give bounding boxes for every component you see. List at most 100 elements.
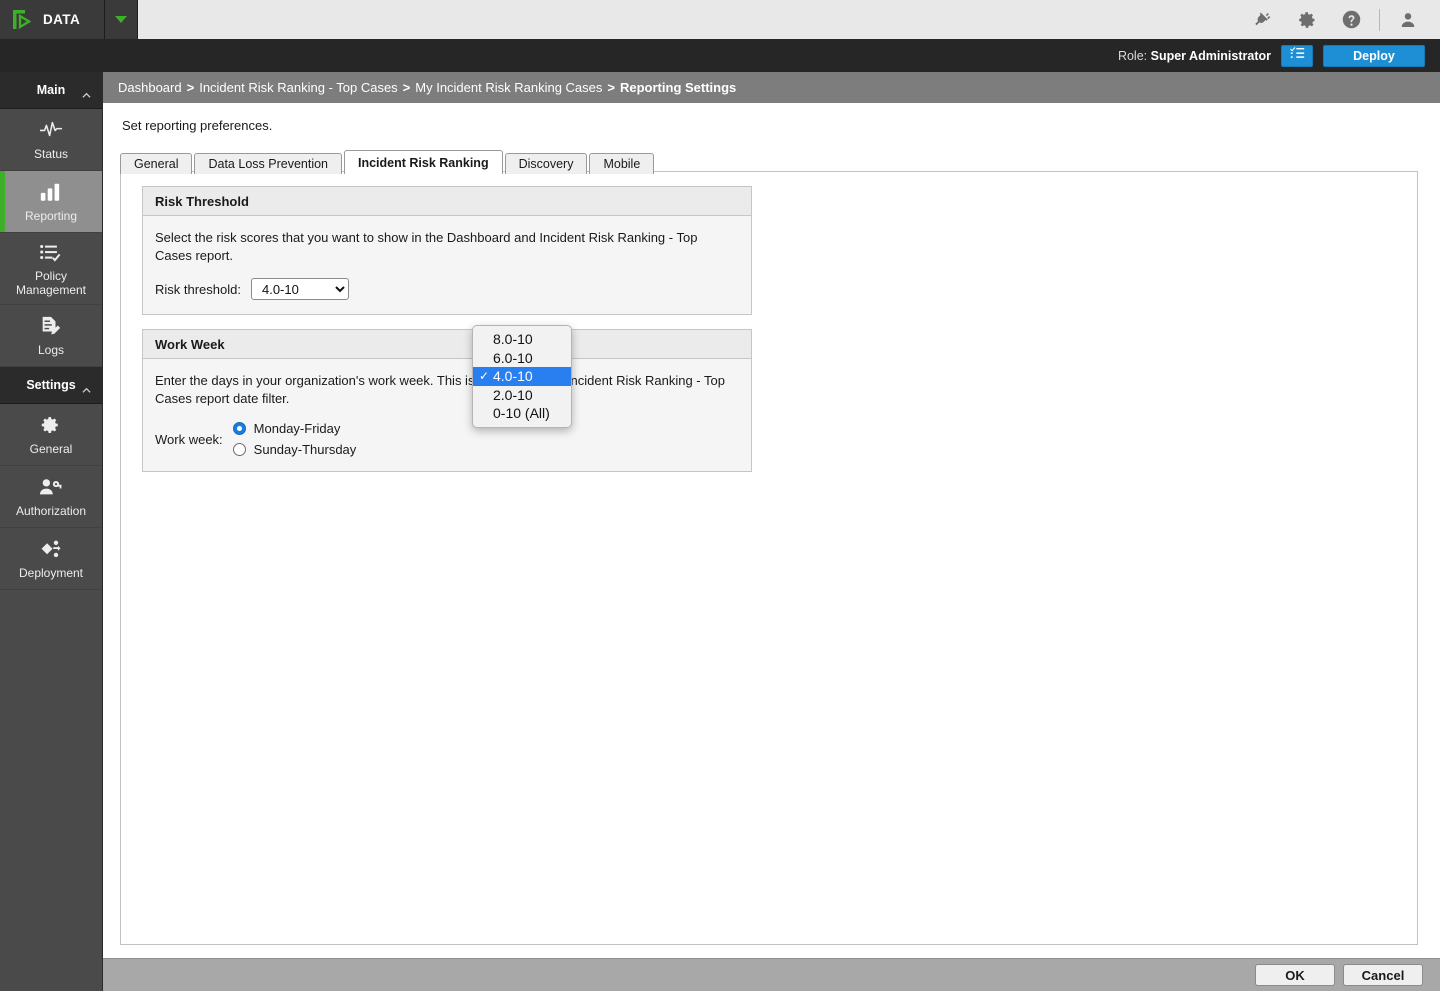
triangle-down-icon: [115, 16, 127, 23]
document-edit-icon: [38, 315, 64, 339]
breadcrumb-separator: >: [186, 80, 195, 95]
radio-selected-icon[interactable]: [232, 422, 246, 435]
chevron-up-icon: [82, 382, 91, 393]
footer-bar: OK Cancel: [103, 958, 1440, 991]
role-list-button[interactable]: [1281, 44, 1313, 67]
brand-dropdown-button[interactable]: [105, 0, 138, 39]
help-icon[interactable]: [1329, 0, 1373, 39]
risk-threshold-select[interactable]: 8.0-106.0-104.0-102.0-100-10 (All): [250, 278, 349, 300]
work-week-description: Enter the days in your organization's wo…: [155, 373, 725, 406]
checkmark-icon: ✓: [479, 369, 490, 384]
ok-button[interactable]: OK: [1255, 964, 1335, 986]
risk-threshold-description: Select the risk scores that you want to …: [155, 230, 698, 263]
sidebar-item-reporting-label: Reporting: [24, 208, 78, 223]
risk-threshold-card-body: Select the risk scores that you want to …: [143, 216, 751, 314]
breadcrumb: Dashboard > Incident Risk Ranking - Top …: [103, 72, 1440, 103]
page-subtitle: Set reporting preferences.: [122, 118, 273, 133]
risk-threshold-label: Risk threshold:: [155, 281, 241, 297]
tab-discovery[interactable]: Discovery: [504, 153, 588, 174]
sidebar-section-main[interactable]: Main: [0, 72, 102, 109]
sidebar-item-status[interactable]: Status: [0, 109, 102, 171]
bar-chart-icon: [38, 181, 64, 205]
breadcrumb-item-incident-risk-ranking-top-cases[interactable]: Incident Risk Ranking - Top Cases: [199, 80, 397, 95]
brand-logo-area[interactable]: DATA: [0, 0, 105, 39]
main-content: Set reporting preferences. General Data …: [103, 103, 1440, 958]
sidebar-item-authorization-label: Authorization: [15, 503, 87, 518]
checklist-icon: [1289, 46, 1305, 66]
role-bar: Role: Super Administrator Deploy: [0, 39, 1440, 72]
role-prefix: Role:: [1117, 48, 1148, 63]
work-week-option-sunday-thursday[interactable]: Sunday-Thursday: [232, 442, 357, 457]
divider: [1379, 8, 1380, 31]
breadcrumb-item-dashboard[interactable]: Dashboard: [118, 80, 182, 95]
risk-threshold-field-row: Risk threshold: 8.0-106.0-104.0-102.0-10…: [155, 278, 739, 300]
sidebar-section-settings[interactable]: Settings: [0, 367, 102, 404]
gear-icon[interactable]: [1285, 0, 1329, 39]
top-bar-spacer: [138, 0, 1241, 39]
breadcrumb-separator: >: [402, 80, 411, 95]
pulse-icon: [38, 119, 64, 143]
risk-threshold-card-title: Risk Threshold: [143, 187, 751, 216]
sidebar-item-deployment[interactable]: Deployment: [0, 528, 102, 590]
sidebar-footer-filler: [0, 958, 103, 991]
sidebar-item-logs-label: Logs: [37, 342, 65, 357]
work-week-option-sunday-thursday-label: Sunday-Thursday: [253, 442, 357, 457]
risk-threshold-dropdown-menu[interactable]: 8.0-10 6.0-10 ✓ 4.0-10 2.0-10 0-10 (All): [472, 325, 572, 428]
role-value: Super Administrator: [1150, 48, 1271, 63]
sidebar: Main Status Reporting Policy Management …: [0, 72, 103, 991]
dropdown-option-label: 8.0-10: [493, 331, 533, 348]
sidebar-item-general[interactable]: General: [0, 404, 102, 466]
sidebar-item-reporting[interactable]: Reporting: [0, 171, 102, 233]
plug-icon[interactable]: [1241, 0, 1285, 39]
logo-bracket-play-icon: [12, 9, 34, 31]
cancel-button[interactable]: Cancel: [1343, 964, 1423, 986]
sidebar-item-deployment-label: Deployment: [18, 565, 84, 580]
user-icon[interactable]: [1386, 0, 1430, 39]
top-bar-icon-group: [1241, 0, 1440, 39]
user-key-icon: [38, 476, 64, 500]
tab-panel: Risk Threshold Select the risk scores th…: [120, 171, 1418, 945]
dropdown-option-label: 2.0-10: [493, 386, 533, 403]
tab-incident-risk-ranking[interactable]: Incident Risk Ranking: [344, 150, 503, 174]
work-week-option-monday-friday[interactable]: Monday-Friday: [232, 421, 357, 436]
sidebar-item-general-label: General: [29, 441, 73, 456]
brand-name: DATA: [43, 12, 81, 27]
tab-general[interactable]: General: [120, 153, 193, 174]
breadcrumb-item-reporting-settings: Reporting Settings: [620, 80, 737, 95]
work-week-label: Work week:: [155, 431, 223, 447]
breadcrumb-separator: >: [607, 80, 615, 95]
chevron-up-icon: [82, 87, 91, 98]
role-label: Role: Super Administrator: [1118, 49, 1271, 63]
list-check-icon: [38, 241, 64, 265]
tab-mobile[interactable]: Mobile: [589, 153, 655, 174]
deploy-button[interactable]: Deploy: [1323, 44, 1425, 67]
tab-bar: General Data Loss Prevention Incident Ri…: [120, 150, 656, 174]
dropdown-option-label: 4.0-10: [493, 368, 533, 385]
work-week-option-monday-friday-label: Monday-Friday: [253, 421, 341, 436]
dropdown-option-4-0-10[interactable]: ✓ 4.0-10: [473, 367, 571, 386]
breadcrumb-item-my-incident-risk-ranking-cases[interactable]: My Incident Risk Ranking Cases: [415, 80, 602, 95]
tab-data-loss-prevention[interactable]: Data Loss Prevention: [194, 153, 342, 174]
sidebar-item-logs[interactable]: Logs: [0, 305, 102, 367]
sidebar-item-authorization[interactable]: Authorization: [0, 466, 102, 528]
dropdown-option-6-0-10[interactable]: 6.0-10: [473, 349, 571, 368]
sidebar-item-policy-management[interactable]: Policy Management: [0, 233, 102, 305]
sidebar-item-status-label: Status: [33, 146, 69, 161]
work-week-field-row: Work week: Monday-Friday Sunday-Thursday: [155, 421, 739, 457]
dropdown-option-2-0-10[interactable]: 2.0-10: [473, 386, 571, 405]
radio-unselected-icon[interactable]: [232, 443, 246, 456]
work-week-card: Work Week Enter the days in your organiz…: [142, 329, 752, 472]
sidebar-section-settings-label: Settings: [26, 378, 76, 392]
deployment-nodes-icon: [38, 538, 64, 562]
sidebar-item-policy-management-label: Policy Management: [15, 268, 87, 297]
dropdown-option-label: 6.0-10: [493, 349, 533, 366]
sidebar-section-main-label: Main: [36, 83, 66, 97]
work-week-radio-group: Monday-Friday Sunday-Thursday: [232, 421, 357, 457]
work-week-card-body: Enter the days in your organization's wo…: [143, 359, 751, 471]
risk-threshold-card: Risk Threshold Select the risk scores th…: [142, 186, 752, 315]
top-bar: DATA: [0, 0, 1440, 39]
dropdown-option-8-0-10[interactable]: 8.0-10: [473, 330, 571, 349]
gear-icon: [38, 414, 64, 438]
dropdown-option-label: 0-10 (All): [493, 405, 550, 422]
dropdown-option-0-10-all[interactable]: 0-10 (All): [473, 404, 571, 423]
